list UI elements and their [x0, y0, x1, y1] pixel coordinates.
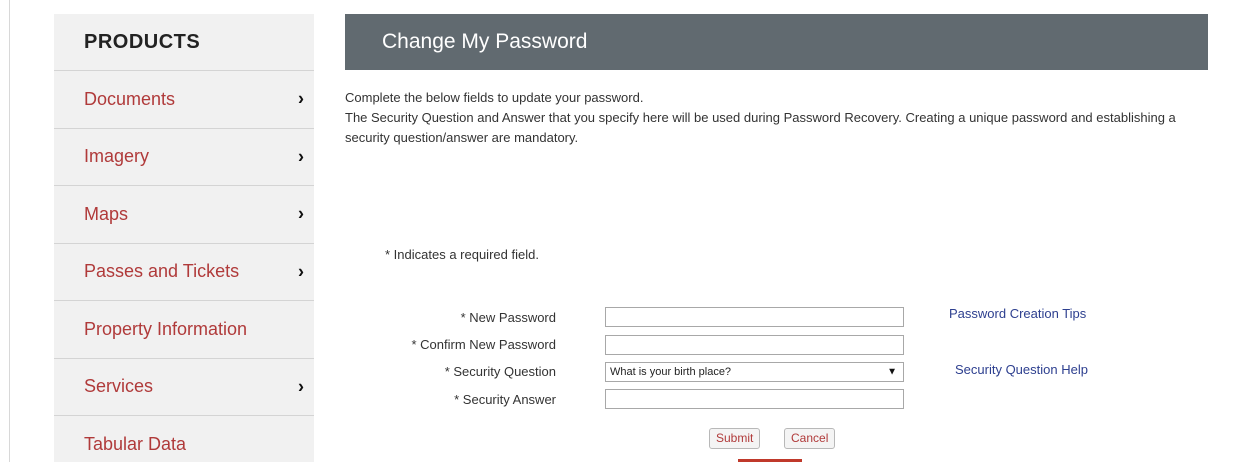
- intro-line-2: The Security Question and Answer that yo…: [345, 110, 1176, 145]
- required-field-note: * Indicates a required field.: [385, 247, 539, 262]
- confirm-password-label: * Confirm New Password: [411, 337, 557, 352]
- sidebar-item-label: Tabular Data: [84, 434, 187, 455]
- products-sidebar: PRODUCTS Documents › Imagery › Maps › Pa…: [54, 14, 314, 462]
- chevron-right-icon: ›: [298, 261, 304, 282]
- page-title: Change My Password: [382, 30, 588, 53]
- sidebar-item-property-information[interactable]: Property Information: [54, 301, 314, 359]
- sidebar-item-documents[interactable]: Documents ›: [54, 71, 314, 129]
- sidebar-item-label: Property Information: [84, 318, 248, 339]
- page: PRODUCTS Documents › Imagery › Maps › Pa…: [0, 0, 1238, 462]
- title-bar: Change My Password: [345, 14, 1208, 70]
- chevron-right-icon: ›: [298, 88, 304, 109]
- security-answer-label: * Security Answer: [454, 392, 556, 407]
- submit-button[interactable]: Submit: [709, 428, 761, 449]
- security-question-label: * Security Question: [444, 364, 556, 379]
- security-question-help-link[interactable]: Security Question Help: [955, 362, 1088, 377]
- chevron-right-icon: ›: [298, 146, 304, 167]
- sidebar-header: PRODUCTS: [54, 14, 314, 71]
- security-question-select[interactable]: What is your birth place? ▼: [605, 362, 904, 382]
- main-content: Change My Password Complete the below fi…: [345, 14, 1208, 148]
- security-answer-input[interactable]: [605, 389, 904, 409]
- dropdown-arrow-icon: ▼: [887, 366, 897, 378]
- sidebar-item-tabular-data[interactable]: Tabular Data: [54, 416, 314, 462]
- intro-line-1: Complete the below fields to update your…: [345, 90, 644, 105]
- sidebar-item-label: Documents: [84, 88, 176, 109]
- new-password-label: * New Password: [460, 310, 556, 325]
- sidebar-item-maps[interactable]: Maps ›: [54, 186, 314, 244]
- sidebar-item-label: Maps: [84, 203, 129, 224]
- security-question-value: What is your birth place?: [610, 366, 732, 378]
- chevron-right-icon: ›: [298, 376, 304, 397]
- sidebar-item-label: Imagery: [84, 146, 150, 167]
- cancel-button[interactable]: Cancel: [784, 428, 836, 449]
- sidebar-item-passes-and-tickets[interactable]: Passes and Tickets ›: [54, 244, 314, 301]
- chevron-right-icon: ›: [298, 203, 304, 224]
- sidebar-item-label: Passes and Tickets: [84, 261, 240, 282]
- sidebar-item-imagery[interactable]: Imagery ›: [54, 129, 314, 186]
- password-creation-tips-link[interactable]: Password Creation Tips: [949, 306, 1086, 321]
- confirm-password-input[interactable]: [605, 335, 904, 355]
- sidebar-item-services[interactable]: Services ›: [54, 359, 314, 416]
- left-divider: [9, 0, 10, 462]
- new-password-input[interactable]: [605, 307, 904, 327]
- sidebar-item-label: Services: [84, 376, 154, 397]
- intro-text: Complete the below fields to update your…: [345, 88, 1208, 148]
